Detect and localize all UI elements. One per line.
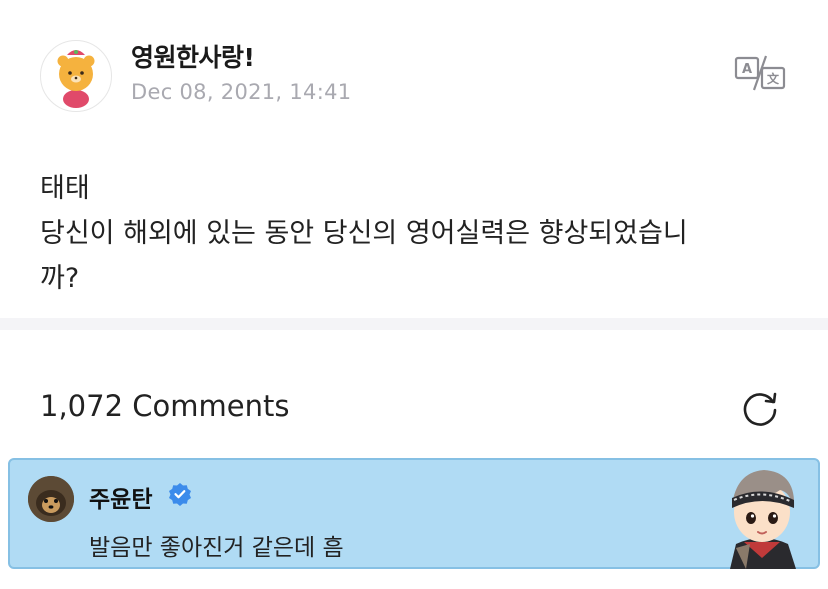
post-line: 당신이 해외에 있는 동안 당신의 영어실력은 향상되었습니 (40, 218, 688, 249)
bear-avatar-icon (57, 50, 95, 108)
post-line: 태태 (40, 173, 90, 204)
character-sticker-icon (730, 470, 796, 569)
refresh-button[interactable] (738, 386, 782, 430)
post-timestamp: Dec 08, 2021, 14:41 (131, 80, 352, 104)
verified-badge-icon (168, 482, 192, 506)
dog-avatar-icon (28, 476, 74, 522)
author-name[interactable]: 영원한사랑! (131, 38, 255, 74)
svg-text:A: A (742, 62, 752, 77)
author-avatar[interactable] (40, 40, 112, 112)
translate-button[interactable]: A 文 (734, 54, 786, 94)
svg-text:文: 文 (767, 71, 780, 86)
section-divider (0, 318, 828, 330)
character-sticker (710, 462, 814, 569)
post-body: 태태 당신이 해외에 있는 동안 당신의 영어실력은 향상되었습니 까? (40, 166, 800, 301)
translate-icon: A 文 (734, 55, 786, 91)
comments-count: 1,072 Comments (40, 389, 290, 423)
comment-item[interactable]: 주윤탄 발음만 좋아진거 같은데 흠 (8, 458, 820, 569)
comment-text: 발음만 좋아진거 같은데 흠 (89, 535, 344, 561)
post-header: 영원한사랑! Dec 08, 2021, 14:41 A 文 (0, 0, 828, 140)
commenter-name[interactable]: 주윤탄 (89, 480, 152, 514)
refresh-icon (743, 392, 777, 426)
post-line: 까? (40, 263, 80, 294)
commenter-avatar[interactable] (28, 476, 74, 522)
